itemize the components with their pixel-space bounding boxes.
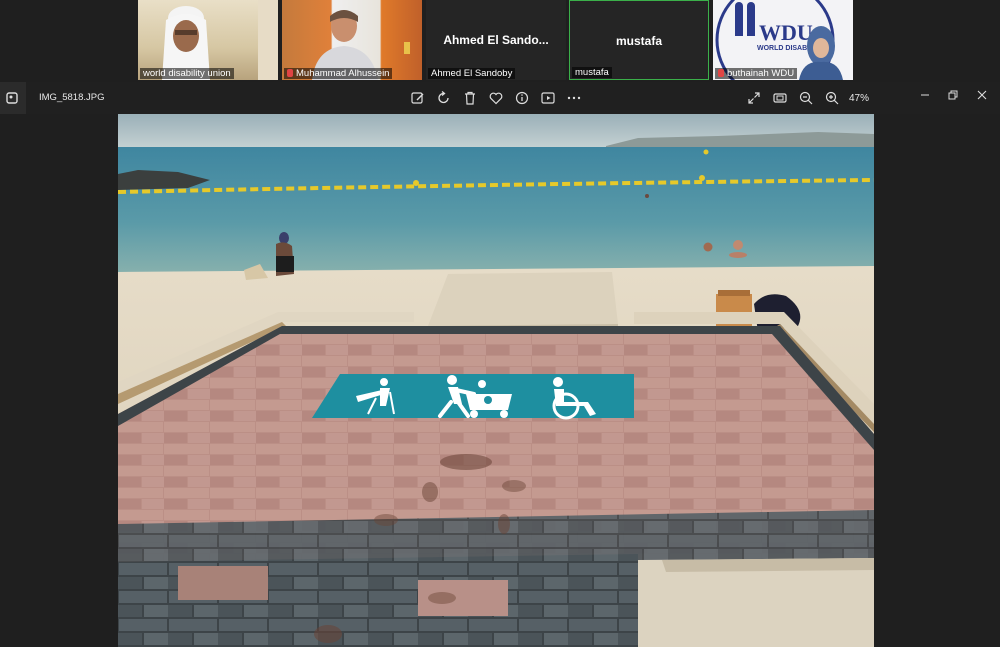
minimize-button[interactable]: [918, 88, 932, 102]
edit-button[interactable]: [410, 90, 426, 106]
photo-viewer-toolbar: IMG_5818.JPG 47%: [0, 82, 1000, 114]
participant-name: Muhammad Alhussein: [284, 68, 393, 79]
beach-photo: [118, 114, 874, 647]
participant-tile-5[interactable]: WDU WORLD DISABI buthainah WDU: [713, 0, 853, 80]
participant-tile-3[interactable]: Ahmed El Sando... Ahmed El Sandoby: [426, 0, 566, 80]
close-icon: [977, 90, 987, 100]
photos-app-button[interactable]: [0, 82, 26, 114]
participant-name-text: Muhammad Alhussein: [296, 68, 390, 79]
favorite-icon: [489, 92, 503, 105]
participant-name-text: buthainah WDU: [727, 68, 795, 79]
photos-app-icon: [6, 92, 18, 104]
edit-icon: [411, 92, 424, 104]
participant-center-label: mustafa: [615, 34, 662, 48]
restore-icon: [948, 90, 958, 100]
photo-canvas[interactable]: [118, 114, 874, 647]
restore-button[interactable]: [946, 88, 960, 102]
slideshow-button[interactable]: [540, 90, 556, 106]
participant-name: mustafa: [572, 67, 612, 78]
muted-mic-icon: [718, 69, 724, 77]
expand-button[interactable]: [746, 90, 762, 106]
zoom-out-button[interactable]: [798, 90, 814, 106]
zoom-in-icon: [825, 91, 839, 105]
file-name: IMG_5818.JPG: [39, 92, 105, 103]
participant-tile-1[interactable]: world disability union: [138, 0, 278, 80]
participant-center-label: Ahmed El Sando...: [443, 33, 549, 47]
participant-tile-4-active[interactable]: mustafa mustafa: [569, 0, 709, 80]
zoom-out-icon: [799, 91, 813, 105]
logo-text: WORLD DISABI: [757, 45, 809, 52]
minimize-icon: [921, 94, 929, 96]
expand-icon: [748, 92, 760, 104]
fit-icon: [773, 93, 787, 103]
zoom-level: 47%: [849, 93, 870, 104]
participant-name: buthainah WDU: [715, 68, 798, 79]
close-button[interactable]: [975, 88, 989, 102]
participant-name: world disability union: [140, 68, 234, 79]
info-button[interactable]: [514, 90, 530, 106]
more-options-button[interactable]: [566, 90, 582, 106]
delete-button[interactable]: [462, 90, 478, 106]
participant-tile-2[interactable]: Muhammad Alhussein: [282, 0, 422, 80]
delete-icon: [465, 91, 475, 105]
fit-to-window-button[interactable]: [772, 90, 788, 106]
participant-strip: world disability union Muhammad Alhussei…: [0, 0, 1000, 82]
favorite-button[interactable]: [488, 90, 504, 106]
zoom-in-button[interactable]: [824, 90, 840, 106]
svg-text:WDU: WDU: [759, 20, 813, 45]
more-icon: [567, 96, 581, 100]
rotate-button[interactable]: [436, 90, 452, 106]
accessibility-sign: [312, 374, 634, 420]
muted-mic-icon: [287, 69, 293, 77]
info-icon: [515, 91, 529, 105]
slideshow-icon: [541, 92, 555, 104]
participant-name: Ahmed El Sandoby: [428, 68, 516, 79]
rotate-icon: [438, 90, 449, 104]
